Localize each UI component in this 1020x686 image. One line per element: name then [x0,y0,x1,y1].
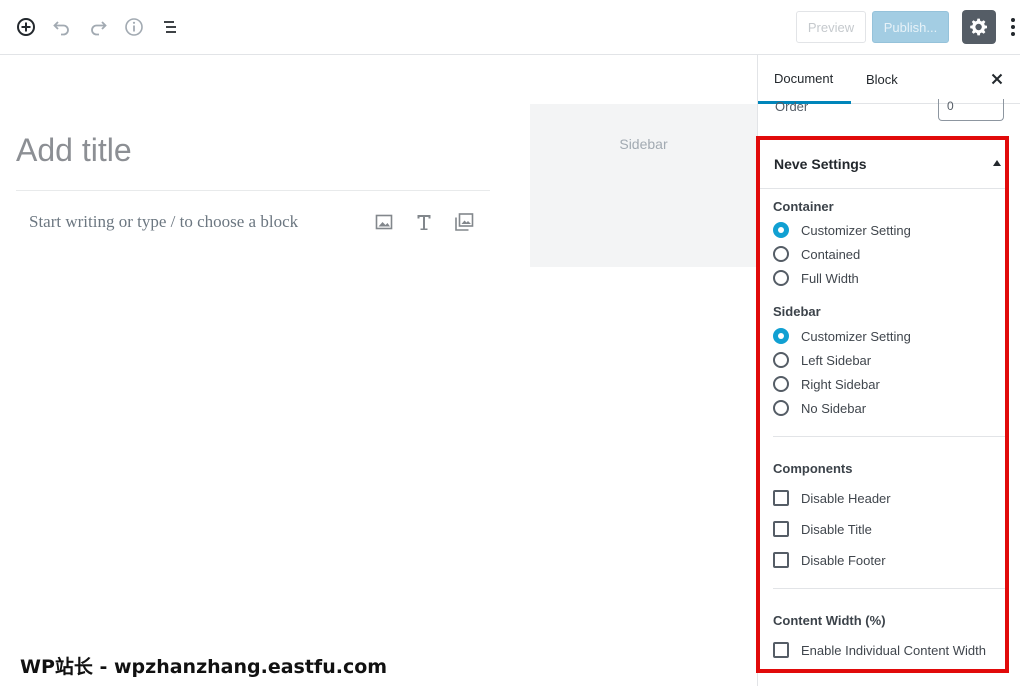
section-divider [773,588,1005,589]
order-label: Order [775,102,809,112]
more-dot [1011,25,1015,29]
sidebar-option-right[interactable]: Right Sidebar [773,375,880,393]
content-width-label: Content Width (%) [773,613,886,628]
container-label: Container [773,199,834,214]
option-label: Right Sidebar [801,376,880,392]
container-option-customizer[interactable]: Customizer Setting [773,221,911,239]
sidebar-tabs: Document Block [758,55,1020,104]
add-block-icon[interactable] [13,14,39,40]
more-dot [1011,32,1015,36]
sidebar-option-customizer[interactable]: Customizer Setting [773,327,911,345]
option-label: Left Sidebar [801,352,872,368]
radio-button[interactable] [773,328,789,344]
neve-settings-panel: Neve Settings Container Customizer Setti… [758,138,1007,669]
tab-block[interactable]: Block [866,55,898,104]
publish-label: Publish... [883,19,938,35]
option-label: No Sidebar [801,400,867,416]
post-title-input[interactable]: Add title [16,132,490,191]
option-label: Full Width [801,270,859,286]
heading-icon[interactable] [413,211,435,233]
neve-settings-toggle[interactable]: Neve Settings [758,138,1007,189]
enable-content-width-option[interactable]: Enable Individual Content Width [773,641,986,659]
radio-button[interactable] [773,222,789,238]
more-options-button[interactable] [1006,14,1020,40]
sidebar-widget-placeholder: Sidebar [530,104,757,267]
radio-button[interactable] [773,400,789,416]
image-icon[interactable] [373,211,395,233]
sidebar-option-left[interactable]: Left Sidebar [773,351,871,369]
settings-sidebar: Document Block Order 0 Neve Settings Con… [757,55,1020,686]
neve-settings-title: Neve Settings [774,156,867,172]
undo-icon[interactable] [49,14,75,40]
watermark: WP站长 - wpzhanzhang.eastfu.com [20,656,388,678]
sidebar-placeholder-label: Sidebar [619,136,668,152]
gallery-icon[interactable] [453,211,475,233]
close-icon[interactable] [987,69,1007,89]
checkbox[interactable] [773,552,789,568]
component-disable-footer[interactable]: Disable Footer [773,551,886,569]
radio-button[interactable] [773,352,789,368]
tab-document-label: Document [774,70,834,86]
sidebar-label: Sidebar [773,304,821,319]
radio-button[interactable] [773,376,789,392]
checkbox[interactable] [773,490,789,506]
sidebar-option-none[interactable]: No Sidebar [773,399,866,417]
default-block-appender[interactable]: Start writing or type / to choose a bloc… [29,212,298,232]
checkbox[interactable] [773,642,789,658]
option-label: Customizer Setting [801,222,911,238]
components-label: Components [773,461,853,476]
option-label: Enable Individual Content Width [801,642,987,658]
component-disable-title[interactable]: Disable Title [773,520,872,538]
more-dot [1011,18,1015,22]
order-input[interactable]: 0 [938,99,1004,121]
option-label: Disable Footer [801,552,886,568]
option-label: Customizer Setting [801,328,911,344]
preview-button[interactable]: Preview [796,11,866,43]
list-view-icon[interactable] [157,14,183,40]
info-icon[interactable] [121,14,147,40]
container-option-full-width[interactable]: Full Width [773,269,859,287]
publish-button[interactable]: Publish... [872,11,949,43]
tab-block-label: Block [866,72,898,87]
radio-button[interactable] [773,246,789,262]
gear-icon [970,18,987,36]
option-label: Disable Title [801,521,872,537]
caret-up-icon [993,160,1001,166]
editor-toolbar: Preview Publish... [0,0,1020,55]
option-label: Disable Header [801,490,891,506]
preview-label: Preview [807,19,855,35]
component-disable-header[interactable]: Disable Header [773,489,891,507]
container-option-contained[interactable]: Contained [773,245,860,263]
option-label: Contained [801,246,861,262]
radio-button[interactable] [773,270,789,286]
section-divider [773,436,1005,437]
settings-button[interactable] [962,10,996,44]
tab-document[interactable]: Document [758,55,851,104]
redo-icon[interactable] [85,14,111,40]
checkbox[interactable] [773,521,789,537]
